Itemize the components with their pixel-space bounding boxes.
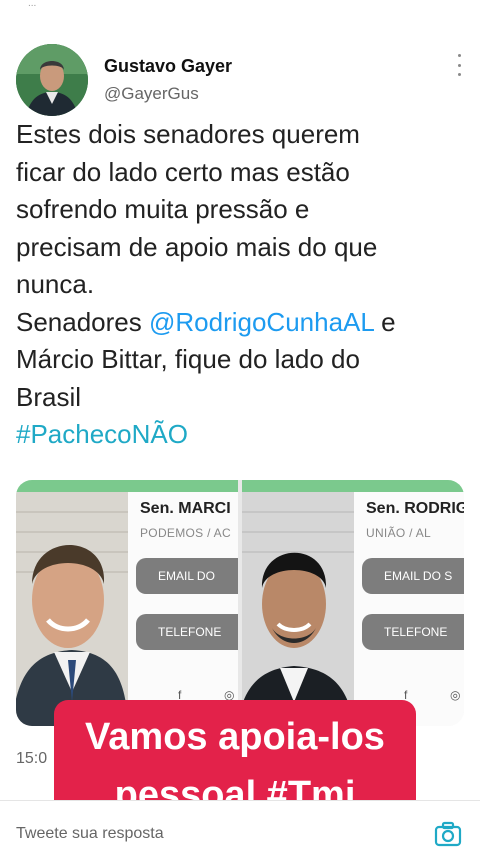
hashtag-link[interactable]: #PachecoNÃO xyxy=(16,416,464,454)
senator-photo xyxy=(242,492,354,726)
more-options-icon[interactable] xyxy=(456,54,462,76)
card-accent-bar xyxy=(16,480,238,492)
senator-title: Sen. RODRIG xyxy=(366,500,464,517)
status-bar: ... xyxy=(0,0,480,16)
senator-photo xyxy=(16,492,128,726)
mention-suffix: e xyxy=(373,306,396,337)
instagram-icon[interactable]: ◎ xyxy=(450,688,460,702)
senator-title: Sen. MARCI xyxy=(140,500,231,517)
tweet-header: Gustavo Gayer @GayerGus xyxy=(16,40,464,120)
portrait-marcio-icon xyxy=(16,492,128,726)
email-button[interactable]: EMAIL DO S xyxy=(362,558,464,594)
tweet-timestamp: 15:0 xyxy=(16,750,48,767)
card-accent-bar xyxy=(242,480,464,492)
portrait-rodrigo-icon xyxy=(242,492,354,726)
avatar-photo-icon xyxy=(16,44,88,116)
senator-party: UNIÃO / AL xyxy=(366,526,432,540)
senator-card-right[interactable]: Sen. RODRIG UNIÃO / AL EMAIL DO S TELEFO… xyxy=(242,480,464,726)
reply-input[interactable]: Tweete sua resposta xyxy=(16,825,164,843)
senator-info: Sen. RODRIG UNIÃO / AL EMAIL DO S TELEFO… xyxy=(354,492,464,726)
tweet-line: Brasil xyxy=(16,381,82,412)
tweet-line: precisam de apoio mais do que xyxy=(16,231,378,262)
author-name[interactable]: Gustavo Gayer xyxy=(104,56,232,77)
email-button[interactable]: EMAIL DO xyxy=(136,558,238,594)
senator-card-left[interactable]: Sen. MARCI PODEMOS / AC EMAIL DO TELEFON… xyxy=(16,480,238,726)
mention-prefix: Senadores xyxy=(16,306,149,337)
tweet-line: ficar do lado certo mas estão xyxy=(16,156,350,187)
tweet-line: Estes dois senadores querem xyxy=(16,119,360,149)
tweet-media[interactable]: Sen. MARCI PODEMOS / AC EMAIL DO TELEFON… xyxy=(16,480,464,726)
reply-bar: Tweete sua resposta xyxy=(0,800,480,849)
status-glyph: ... xyxy=(28,0,37,9)
senator-party: PODEMOS / AC xyxy=(140,526,231,540)
mention-link[interactable]: @RodrigoCunhaAL xyxy=(149,307,374,337)
tweet-line: sofrendo muita pressão e xyxy=(16,194,310,224)
author-handle[interactable]: @GayerGus xyxy=(104,84,199,104)
phone-button[interactable]: TELEFONE xyxy=(136,614,238,650)
camera-icon[interactable] xyxy=(434,821,462,847)
tweet-line-mention: Senadores @RodrigoCunhaAL e xyxy=(16,304,464,342)
senator-info: Sen. MARCI PODEMOS / AC EMAIL DO TELEFON… xyxy=(128,492,238,726)
phone-button[interactable]: TELEFONE xyxy=(362,614,464,650)
tweet-line: nunca. xyxy=(16,269,95,299)
overlay-line-1: Vamos apoia-los xyxy=(85,716,385,758)
avatar[interactable] xyxy=(16,44,88,116)
tweet-text: Estes dois senadores querem ficar do lad… xyxy=(16,116,464,454)
tweet-line: Márcio Bittar, fique do lado do xyxy=(16,344,360,374)
